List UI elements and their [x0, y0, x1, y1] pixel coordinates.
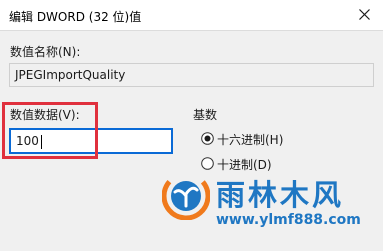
watermark-url: www.ylmf888.com [216, 212, 361, 228]
radio-decimal-label: 十进制(D) [217, 158, 272, 172]
value-name-field[interactable]: JPEGImportQuality [9, 63, 374, 87]
close-button[interactable] [346, 0, 383, 30]
value-name-label: 数值名称(N): [10, 45, 81, 59]
ylmf-logo-icon [162, 172, 210, 220]
radio-hex-label: 十六进制(H) [217, 133, 284, 147]
close-icon [359, 9, 370, 20]
base-label: 基数 [193, 108, 218, 122]
title-bar: 编辑 DWORD (32 位)值 [0, 0, 383, 31]
radio-selected-icon [201, 132, 214, 145]
watermark-title: 雨林木风 [216, 178, 345, 212]
window-title: 编辑 DWORD (32 位)值 [9, 10, 142, 24]
value-name-text: JPEGImportQuality [15, 68, 126, 82]
radio-unselected-icon [201, 157, 214, 170]
highlight-box [2, 102, 98, 159]
